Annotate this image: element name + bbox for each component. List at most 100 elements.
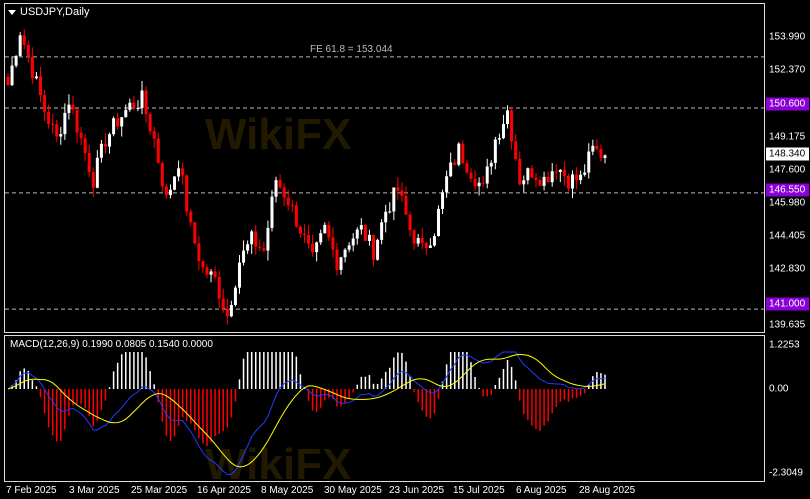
- bear-candle: [71, 104, 75, 110]
- bull-candle: [136, 107, 140, 109]
- bull-candle: [550, 171, 554, 183]
- bear-candle: [510, 110, 514, 142]
- bear-candle: [164, 186, 168, 196]
- bear-candle: [331, 237, 335, 250]
- bear-candle: [420, 237, 424, 244]
- bear-candle: [185, 175, 189, 212]
- fibo-expansion-label: FE 61.8 = 153.044: [310, 44, 393, 55]
- bear-candle: [595, 145, 599, 150]
- bear-candle: [217, 276, 221, 299]
- bear-candle: [79, 132, 83, 139]
- bear-candle: [546, 176, 550, 183]
- bull-candle: [339, 257, 343, 270]
- bull-candle: [209, 271, 213, 275]
- bull-candle: [489, 162, 493, 167]
- bull-candle: [99, 143, 103, 158]
- date-label: 7 Feb 2025: [6, 485, 57, 496]
- bull-candle: [128, 102, 132, 110]
- bull-candle: [59, 134, 63, 137]
- bull-candle: [323, 224, 327, 234]
- bear-candle: [599, 149, 603, 158]
- bull-candle: [591, 145, 595, 152]
- price-tick: 152.370: [769, 64, 806, 76]
- bull-candle: [124, 109, 128, 118]
- bear-candle: [562, 169, 566, 176]
- bear-candle: [538, 179, 542, 186]
- bull-candle: [173, 176, 177, 190]
- bear-candle: [221, 298, 225, 309]
- bear-candle: [290, 205, 294, 207]
- bull-candle: [367, 234, 371, 241]
- price-tick: 145.980: [769, 197, 806, 209]
- bear-candle: [400, 190, 404, 196]
- bear-candle: [213, 271, 217, 277]
- bull-candle: [266, 227, 270, 251]
- price-tick: 142.830: [769, 263, 806, 275]
- bull-candle: [34, 76, 38, 79]
- bull-candle: [501, 124, 505, 139]
- price-tick: 144.405: [769, 230, 806, 242]
- bear-candle: [530, 168, 534, 178]
- bear-candle: [554, 171, 558, 173]
- bear-candle: [481, 182, 485, 184]
- bear-candle: [83, 138, 87, 153]
- bull-candle: [359, 225, 363, 230]
- bull-candle: [67, 104, 71, 113]
- bull-candle: [14, 55, 18, 66]
- bear-candle: [298, 226, 302, 234]
- bull-candle: [168, 189, 172, 196]
- bear-candle: [311, 243, 315, 253]
- bull-candle: [441, 192, 445, 209]
- bear-candle: [47, 111, 51, 124]
- level-tag-150600: 146.550: [766, 183, 809, 197]
- bear-candle: [473, 178, 477, 187]
- bull-candle: [250, 231, 254, 245]
- bear-candle: [116, 118, 120, 127]
- bull-candle: [177, 168, 181, 177]
- bear-candle: [55, 124, 59, 137]
- bear-candle: [144, 90, 148, 114]
- bear-candle: [307, 234, 311, 244]
- date-label: 15 Jul 2025: [453, 485, 505, 496]
- bear-candle: [132, 102, 136, 108]
- bear-candle: [75, 109, 79, 133]
- bull-candle: [229, 304, 233, 317]
- chart-title[interactable]: USDJPY,Daily: [8, 6, 90, 18]
- bear-candle: [189, 211, 193, 223]
- bear-candle: [575, 174, 579, 181]
- bear-candle: [469, 172, 473, 179]
- bull-candle: [449, 162, 453, 177]
- bear-candle: [408, 214, 412, 231]
- price-tick: 147.600: [769, 164, 806, 176]
- level-tag-141000: 141.000: [766, 297, 809, 311]
- date-label: 30 May 2025: [324, 485, 382, 496]
- bull-candle: [416, 237, 420, 244]
- bear-candle: [181, 168, 185, 176]
- bear-candle: [282, 187, 286, 198]
- bear-candle: [534, 177, 538, 180]
- price-tick: 153.990: [769, 31, 806, 43]
- bull-candle: [392, 187, 396, 212]
- bull-candle: [603, 155, 607, 158]
- bear-candle: [396, 187, 400, 191]
- bull-candle: [347, 245, 351, 250]
- bear-candle: [461, 143, 465, 164]
- bull-candle: [445, 176, 449, 193]
- bear-candle: [258, 246, 262, 249]
- bear-candle: [87, 152, 91, 173]
- bear-candle: [453, 162, 457, 165]
- macd-tick: -2.3049: [769, 467, 803, 479]
- bull-candle: [112, 118, 116, 135]
- bull-candle: [485, 166, 489, 184]
- bear-candle: [514, 141, 518, 159]
- bull-candle: [63, 112, 67, 135]
- bull-candle: [497, 138, 501, 140]
- current-price-tag: 148.340: [766, 147, 809, 161]
- bear-candle: [404, 195, 408, 215]
- bear-candle: [372, 234, 376, 260]
- bear-candle: [91, 172, 95, 188]
- macd-tick: 0.00: [769, 383, 789, 395]
- dropdown-triangle-icon[interactable]: [8, 9, 16, 15]
- bull-candle: [233, 287, 237, 305]
- bull-candle: [108, 134, 112, 147]
